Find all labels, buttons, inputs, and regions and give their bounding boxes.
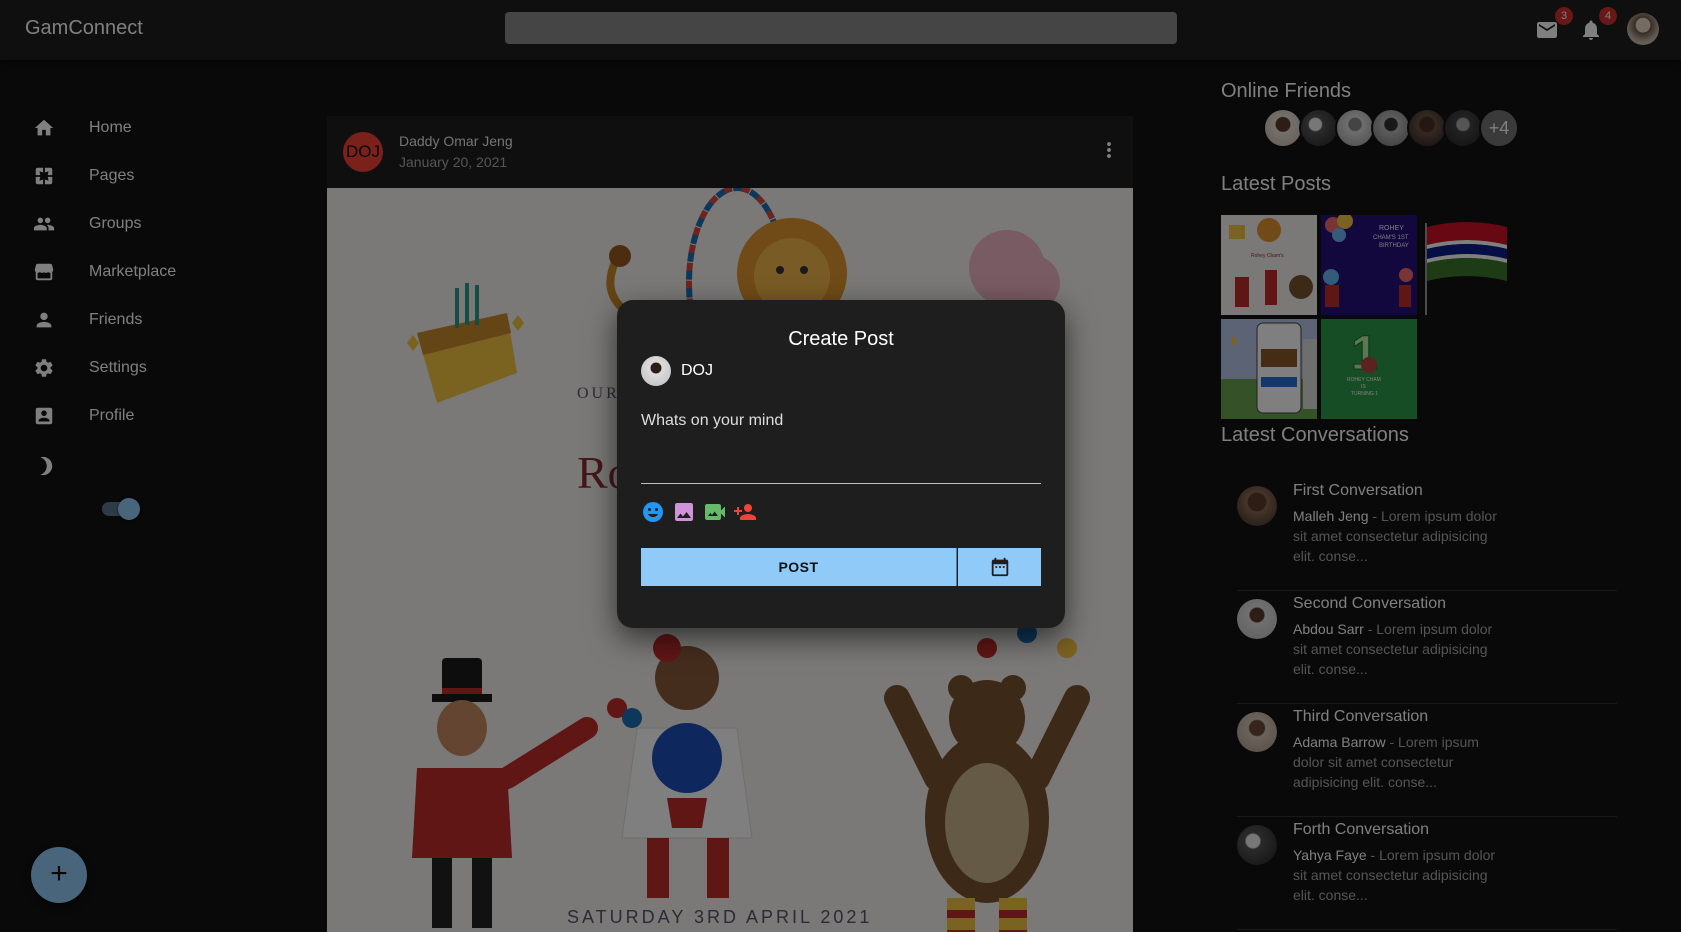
emoji-button[interactable] bbox=[641, 500, 667, 526]
schedule-button[interactable] bbox=[958, 548, 1041, 586]
tag-person-button[interactable] bbox=[733, 500, 759, 526]
image-icon bbox=[675, 503, 693, 521]
image-button[interactable] bbox=[672, 500, 698, 526]
create-post-modal: Create Post DOJ Whats on your mind POST bbox=[617, 300, 1065, 628]
post-button[interactable]: POST bbox=[641, 548, 957, 586]
modal-username: DOJ bbox=[681, 362, 713, 379]
video-icon bbox=[705, 504, 725, 520]
modal-user-avatar bbox=[641, 356, 671, 386]
video-button[interactable] bbox=[703, 500, 729, 526]
emoji-icon bbox=[643, 502, 663, 522]
calendar-icon bbox=[991, 557, 1009, 577]
tag-person-icon bbox=[734, 504, 756, 520]
modal-title: Create Post bbox=[788, 328, 894, 350]
post-text-input[interactable]: Whats on your mind bbox=[641, 408, 1041, 484]
